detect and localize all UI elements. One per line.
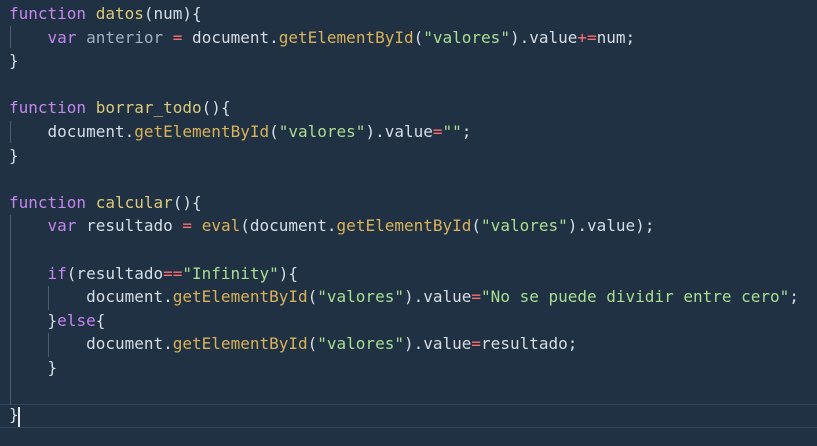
- code-token: if: [47, 263, 67, 283]
- code-token: getElementById: [134, 122, 270, 141]
- code-token: (){: [201, 98, 231, 118]
- code-token: (num){: [143, 4, 202, 23]
- code-token: getElementById: [172, 287, 308, 307]
- code-token: ).value: [403, 287, 472, 307]
- code-token: ).value: [365, 122, 433, 141]
- code-token: ){: [278, 263, 298, 283]
- code-token: var: [47, 216, 77, 236]
- code-token: "": [442, 122, 462, 141]
- code-token: anterior: [86, 27, 164, 47]
- current-line-highlight: [0, 404, 817, 428]
- code-token: "valores": [481, 216, 568, 236]
- code-token: =: [182, 216, 193, 236]
- code-token: =: [172, 27, 183, 47]
- code-token: =: [432, 122, 443, 141]
- code-token: {: [95, 310, 106, 330]
- code-token: document.: [9, 122, 135, 141]
- code-token: (: [307, 334, 318, 354]
- code-token: (document.: [240, 216, 337, 236]
- code-token: function: [9, 98, 87, 118]
- code-editor[interactable]: function datos(num){ var anterior = docu…: [0, 0, 817, 446]
- code-token: datos: [95, 4, 144, 23]
- code-line[interactable]: document.getElementById("valores").value…: [9, 285, 799, 309]
- code-token: (){: [172, 192, 202, 212]
- code-line[interactable]: var resultado = eval(document.getElement…: [9, 214, 655, 238]
- code-token: else: [57, 310, 96, 330]
- code-token: eval: [201, 216, 241, 236]
- code-token: =: [471, 334, 482, 354]
- code-token: getElementById: [278, 27, 414, 47]
- code-token: =: [471, 287, 482, 307]
- code-line[interactable]: function calcular(){: [9, 191, 202, 215]
- code-token: resultado;: [481, 334, 578, 354]
- code-line[interactable]: document.getElementById("valores").value…: [9, 332, 577, 356]
- code-token: "valores": [278, 122, 366, 141]
- code-token: function: [9, 192, 87, 212]
- code-line[interactable]: }: [9, 144, 19, 168]
- code-token: (: [307, 287, 318, 307]
- code-token: ).value: [403, 334, 472, 354]
- code-token: document.: [9, 287, 173, 307]
- code-token: "No se puede dividir entre cero": [481, 287, 790, 307]
- code-line[interactable]: }: [9, 49, 19, 73]
- text-caret: [18, 407, 20, 427]
- code-token: "valores": [317, 334, 404, 354]
- code-token: +=: [577, 27, 597, 47]
- code-token: ).value);: [567, 216, 655, 236]
- code-token: document.: [182, 27, 279, 47]
- code-token: function: [9, 4, 87, 23]
- code-token: ==: [163, 263, 183, 283]
- code-token: (: [471, 216, 482, 236]
- code-token: (: [269, 122, 279, 141]
- code-token: num;: [596, 27, 636, 47]
- code-line[interactable]: document.getElementById("valores").value…: [9, 120, 472, 144]
- code-line[interactable]: }: [9, 356, 58, 380]
- code-line[interactable]: var anterior = document.getElementById("…: [9, 26, 636, 50]
- code-token: borrar_todo: [95, 98, 202, 118]
- code-token: calcular: [95, 192, 173, 212]
- code-token: }: [9, 145, 19, 165]
- code-token: (: [413, 27, 424, 47]
- code-line[interactable]: function borrar_todo(){: [9, 96, 231, 120]
- code-token: (resultado: [66, 263, 164, 283]
- code-line[interactable]: if(resultado=="Infinity"){: [9, 262, 298, 286]
- code-token: document.: [9, 334, 173, 354]
- code-token: }: [9, 51, 19, 71]
- code-line[interactable]: function datos(num){: [9, 2, 202, 26]
- code-token: ).value: [509, 27, 578, 47]
- code-token: "valores": [423, 27, 510, 47]
- code-token: "Infinity": [182, 263, 279, 283]
- code-token: ;: [789, 287, 799, 307]
- code-token: }: [9, 358, 58, 377]
- code-token: "valores": [317, 287, 404, 307]
- code-token: getElementById: [336, 216, 472, 236]
- code-token: var: [47, 27, 77, 47]
- code-token: ;: [461, 122, 472, 141]
- code-line[interactable]: }else{: [9, 309, 106, 333]
- code-token: getElementById: [172, 334, 308, 354]
- code-token: resultado: [76, 216, 183, 236]
- code-token: }: [9, 310, 58, 330]
